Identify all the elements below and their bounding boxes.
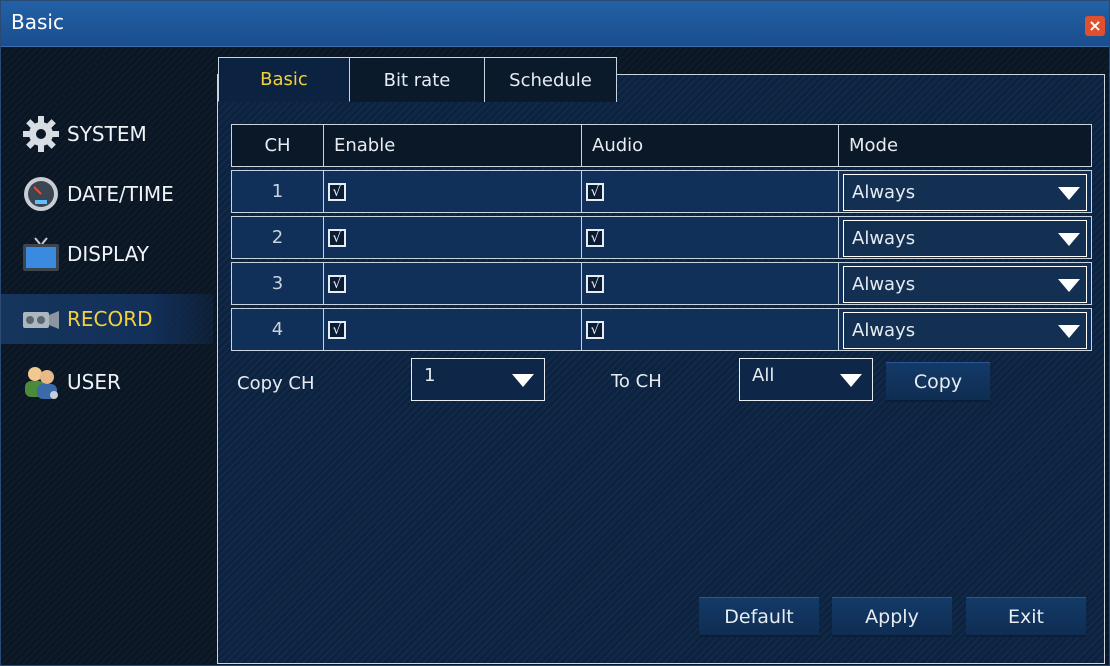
sidebar-item-system[interactable]: SYSTEM [1, 109, 213, 159]
enable-checkbox[interactable]: √ [328, 320, 346, 339]
mode-select[interactable]: Always [843, 312, 1087, 349]
to-ch-select[interactable]: All [739, 358, 873, 401]
mode-value: Always [852, 228, 916, 249]
tab-label: Schedule [509, 69, 592, 91]
ch-number: 3 [231, 262, 324, 305]
button-label: Exit [1008, 605, 1044, 628]
enable-cell: √ [323, 170, 582, 213]
tab-basic[interactable]: Basic [218, 57, 350, 102]
sidebar-item-user[interactable]: USER [1, 357, 213, 407]
enable-cell: √ [323, 262, 582, 305]
table-row: 4 √ √ Always [231, 308, 1092, 351]
mode-value: Always [852, 320, 916, 341]
mode-value: Always [852, 182, 916, 203]
audio-checkbox[interactable]: √ [586, 182, 604, 201]
table-row: 2 √ √ Always [231, 216, 1092, 259]
copy-ch-label: Copy CH [237, 373, 315, 394]
default-button[interactable]: Default [699, 597, 819, 637]
sidebar-item-record[interactable]: RECORD [1, 294, 213, 344]
button-label: Apply [865, 605, 919, 628]
audio-checkbox[interactable]: √ [586, 228, 604, 247]
to-ch-label: To CH [611, 371, 662, 392]
sidebar-item-label: DATE/TIME [67, 182, 174, 206]
chevron-down-icon [1058, 325, 1080, 338]
monitor-icon [21, 234, 61, 274]
ch-number: 2 [231, 216, 324, 259]
apply-button[interactable]: Apply [832, 597, 952, 637]
copy-button[interactable]: Copy [886, 362, 990, 402]
mode-value: Always [852, 274, 916, 295]
chevron-down-icon [512, 374, 534, 387]
copy-ch-value: 1 [424, 365, 436, 386]
header-ch: CH [231, 124, 324, 167]
table-header: CH Enable Audio Mode [231, 124, 1092, 167]
mode-select[interactable]: Always [843, 266, 1087, 303]
audio-cell: √ [581, 308, 839, 351]
button-label: Copy [913, 370, 963, 393]
header-audio: Audio [581, 124, 839, 167]
tab-label: Basic [260, 69, 308, 90]
close-button[interactable]: × [1085, 16, 1105, 36]
enable-checkbox[interactable]: √ [328, 228, 346, 247]
close-icon: × [1088, 16, 1102, 35]
clock-icon [21, 174, 61, 214]
tab-bit-rate[interactable]: Bit rate [349, 57, 485, 102]
enable-cell: √ [323, 216, 582, 259]
sidebar-item-label: DISPLAY [67, 242, 150, 266]
audio-cell: √ [581, 262, 839, 305]
audio-cell: √ [581, 170, 839, 213]
sidebar-item-label: RECORD [67, 307, 153, 331]
audio-checkbox[interactable]: √ [586, 274, 604, 293]
settings-window: Basic × SYSTEM DATE/TIME DISPLAY RECORD … [0, 0, 1110, 666]
title-bar: Basic × [1, 1, 1109, 47]
mode-cell: Always [838, 170, 1092, 213]
sidebar-item-label: SYSTEM [67, 122, 147, 146]
header-mode: Mode [838, 124, 1092, 167]
enable-checkbox[interactable]: √ [328, 182, 346, 201]
users-icon [21, 362, 61, 402]
chevron-down-icon [840, 374, 862, 387]
ch-number: 1 [231, 170, 324, 213]
table-row: 3 √ √ Always [231, 262, 1092, 305]
tab-schedule[interactable]: Schedule [484, 57, 617, 102]
enable-checkbox[interactable]: √ [328, 274, 346, 293]
tab-label: Bit rate [383, 69, 451, 91]
gear-icon [21, 114, 61, 154]
exit-button[interactable]: Exit [966, 597, 1086, 637]
audio-cell: √ [581, 216, 839, 259]
table-row: 1 √ √ Always [231, 170, 1092, 213]
header-enable: Enable [323, 124, 582, 167]
camera-icon [21, 299, 61, 339]
copy-ch-select[interactable]: 1 [411, 358, 545, 401]
to-ch-value: All [752, 365, 775, 386]
sidebar-item-datetime[interactable]: DATE/TIME [1, 169, 213, 219]
audio-checkbox[interactable]: √ [586, 320, 604, 339]
mode-select[interactable]: Always [843, 174, 1087, 211]
mode-select[interactable]: Always [843, 220, 1087, 257]
mode-cell: Always [838, 308, 1092, 351]
sidebar-item-label: USER [67, 370, 121, 394]
chevron-down-icon [1058, 279, 1080, 292]
mode-cell: Always [838, 216, 1092, 259]
ch-number: 4 [231, 308, 324, 351]
button-label: Default [724, 605, 794, 628]
chevron-down-icon [1058, 233, 1080, 246]
mode-cell: Always [838, 262, 1092, 305]
sidebar-item-display[interactable]: DISPLAY [1, 229, 213, 279]
window-title: Basic [11, 10, 64, 34]
chevron-down-icon [1058, 187, 1080, 200]
enable-cell: √ [323, 308, 582, 351]
